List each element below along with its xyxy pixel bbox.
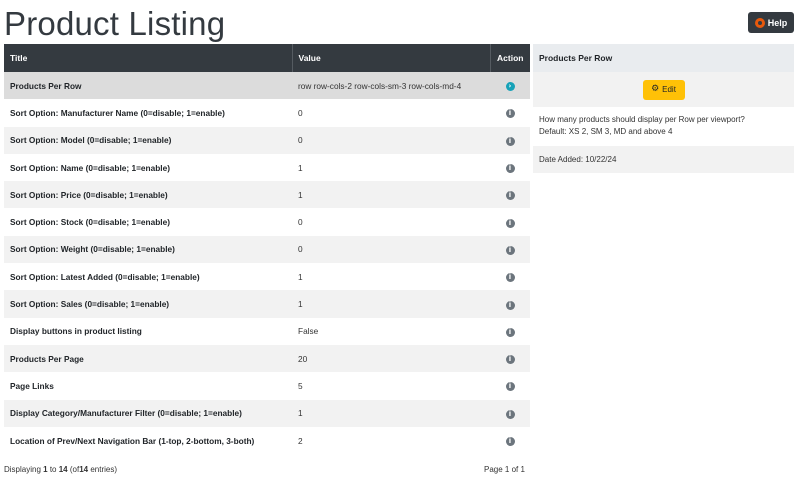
row-value: 1 xyxy=(298,189,303,200)
row-action: i xyxy=(490,290,530,317)
help-button[interactable]: Help xyxy=(748,12,794,33)
edit-button-label: Edit xyxy=(662,85,676,94)
page-info: Page 1 of 1 xyxy=(484,465,525,474)
lifebuoy-icon xyxy=(754,17,765,28)
pagination-of-prefix: (of xyxy=(69,465,80,474)
row-action: i xyxy=(490,154,530,181)
info-icon[interactable]: i xyxy=(505,191,515,201)
row-action: i xyxy=(490,236,530,263)
row-value: 5 xyxy=(298,380,303,391)
detail-panel-description: How many products should display per Row… xyxy=(533,107,794,146)
row-value: 1 xyxy=(298,299,303,310)
row-title: Page Links xyxy=(10,380,54,391)
pagination-prefix: Displaying xyxy=(4,465,41,474)
description-line-1: How many products should display per Row… xyxy=(539,115,745,124)
info-icon[interactable]: i xyxy=(505,273,515,283)
help-button-label: Help xyxy=(767,17,788,28)
page-title: Product Listing xyxy=(4,5,226,42)
info-icon[interactable]: i xyxy=(505,136,515,146)
info-icon[interactable]: i xyxy=(505,355,515,365)
row-value: 0 xyxy=(298,217,303,228)
table-row[interactable]: Display buttons in product listing False i xyxy=(4,317,530,345)
row-action: i xyxy=(490,372,530,399)
row-title: Location of Prev/Next Navigation Bar (1-… xyxy=(10,435,255,446)
table-row[interactable]: Display Category/Manufacturer Filter (0=… xyxy=(4,399,530,427)
row-value: 1 xyxy=(298,408,303,419)
table-row[interactable]: Location of Prev/Next Navigation Bar (1-… xyxy=(4,426,530,455)
table-row[interactable]: Products Per Page 20 i xyxy=(4,344,530,373)
description-line-2: Default: XS 2, SM 3, MD and above 4 xyxy=(539,127,673,136)
row-title: Display Category/Manufacturer Filter (0=… xyxy=(10,408,242,419)
row-value: 1 xyxy=(298,162,303,173)
detail-panel-actions: ⚙ Edit xyxy=(533,72,794,107)
edit-button[interactable]: ⚙ Edit xyxy=(642,79,685,100)
info-icon[interactable]: i xyxy=(505,109,515,119)
table-row[interactable]: Sort Option: Name (0=disable; 1=enable) 1… xyxy=(4,153,530,182)
row-title: Products Per Row xyxy=(10,80,82,91)
row-title: Sort Option: Latest Added (0=disable; 1=… xyxy=(10,271,200,282)
info-icon[interactable]: i xyxy=(505,327,515,337)
info-icon[interactable]: i xyxy=(505,218,515,228)
configuration-table: Title Value Action Products Per Row row r… xyxy=(4,44,530,455)
table-row[interactable]: Sort Option: Manufacturer Name (0=disabl… xyxy=(4,99,530,127)
row-title: Display buttons in product listing xyxy=(10,326,142,337)
info-icon[interactable]: i xyxy=(505,409,515,419)
row-title: Sort Option: Price (0=disable; 1=enable) xyxy=(10,189,168,200)
row-action: i xyxy=(490,427,530,454)
row-action: i xyxy=(490,263,530,290)
row-title: Sort Option: Name (0=disable; 1=enable) xyxy=(10,162,170,173)
row-action: i xyxy=(490,181,530,208)
pagination-summary: Displaying 1 to 14 (of14 entries) xyxy=(4,465,117,474)
table-row[interactable]: Sort Option: Latest Added (0=disable; 1=… xyxy=(4,263,530,291)
row-title: Sort Option: Weight (0=disable; 1=enable… xyxy=(10,244,175,255)
table-row[interactable]: Sort Option: Price (0=disable; 1=enable)… xyxy=(4,181,530,209)
table-header-row: Title Value Action xyxy=(4,44,530,72)
column-header-title: Title xyxy=(4,44,293,72)
row-action: i xyxy=(490,318,530,345)
row-value: False xyxy=(298,326,319,337)
info-icon[interactable]: i xyxy=(505,437,515,446)
row-value: 0 xyxy=(298,135,303,146)
table-row[interactable]: Sort Option: Stock (0=disable; 1=enable)… xyxy=(4,208,530,236)
row-value: 20 xyxy=(298,353,308,364)
pagination-total: 14 xyxy=(79,465,89,474)
row-value: 2 xyxy=(298,435,303,446)
gears-icon: ⚙ xyxy=(651,84,660,94)
table-row[interactable]: Sort Option: Weight (0=disable; 1=enable… xyxy=(4,235,530,264)
row-action: i xyxy=(490,127,530,154)
row-action: i xyxy=(490,345,530,372)
pagination-from: 1 xyxy=(43,465,48,474)
row-title: Sort Option: Sales (0=disable; 1=enable) xyxy=(10,299,170,310)
row-value: 0 xyxy=(298,244,303,255)
row-action: i xyxy=(490,99,530,126)
row-value: 1 xyxy=(298,271,303,282)
row-value: row row-cols-2 row-cols-sm-3 row-cols-md… xyxy=(298,80,462,91)
row-title: Sort Option: Manufacturer Name (0=disabl… xyxy=(10,107,225,118)
table-row[interactable]: Sort Option: Sales (0=disable; 1=enable)… xyxy=(4,290,530,318)
info-icon[interactable]: i xyxy=(505,245,515,255)
pagination-to-word: to xyxy=(49,465,57,474)
row-title: Sort Option: Model (0=disable; 1=enable) xyxy=(10,135,172,146)
row-action: › xyxy=(490,72,530,99)
table-row[interactable]: Page Links 5 i xyxy=(4,372,530,400)
pagination-suffix: entries) xyxy=(90,465,118,474)
row-title: Sort Option: Stock (0=disable; 1=enable) xyxy=(10,217,170,228)
row-action: i xyxy=(490,208,530,235)
date-added: Date Added: 10/22/24 xyxy=(533,146,794,173)
column-header-value: Value xyxy=(292,44,491,72)
row-title: Products Per Page xyxy=(10,353,84,364)
pagination-to: 14 xyxy=(58,465,68,474)
column-header-action: Action xyxy=(490,44,530,72)
row-value: 0 xyxy=(298,107,303,118)
detail-panel-heading: Products Per Row xyxy=(533,44,794,72)
info-icon[interactable]: i xyxy=(505,300,515,310)
detail-panel: Products Per Row ⚙ Edit How many product… xyxy=(533,44,794,173)
info-icon[interactable]: i xyxy=(505,164,515,174)
chevron-right-icon[interactable]: › xyxy=(505,82,515,92)
info-icon[interactable]: i xyxy=(505,382,515,392)
row-action: i xyxy=(490,400,530,427)
table-row[interactable]: Sort Option: Model (0=disable; 1=enable)… xyxy=(4,126,530,154)
table-row[interactable]: Products Per Row row row-cols-2 row-cols-… xyxy=(4,72,530,100)
